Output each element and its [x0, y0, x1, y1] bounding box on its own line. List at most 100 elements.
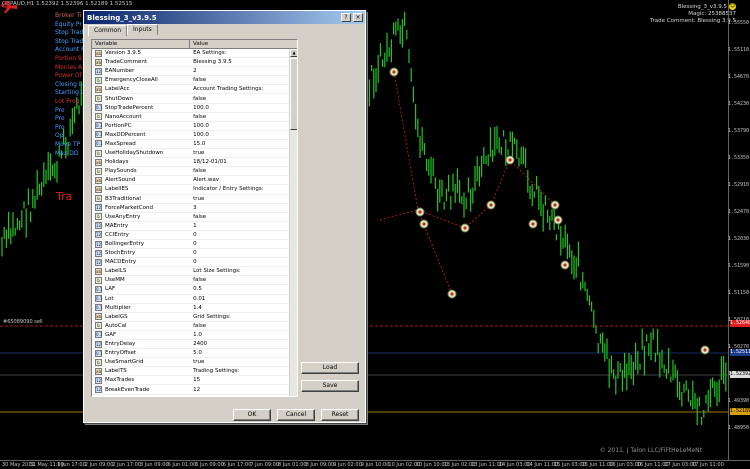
- cancel-button[interactable]: Cancel: [277, 409, 315, 421]
- parameter-value[interactable]: EA Settings:: [190, 50, 297, 56]
- parameter-value[interactable]: 0.5: [190, 286, 297, 292]
- table-row[interactable]: b NanoAccount false: [92, 113, 297, 122]
- table-row[interactable]: ab LabelIES Indicator / Entry Settings:: [92, 185, 297, 195]
- table-row[interactable]: ab LabelLS Lot Size Settings:: [92, 267, 297, 277]
- parameter-value[interactable]: false: [190, 114, 297, 120]
- time-axis[interactable]: 30 May 2011 31 May 11:00 1 Jun 17:00 2 Jun …: [0, 460, 750, 469]
- overlay-line: Stop Trad: [55, 37, 84, 45]
- table-scrollbar[interactable]: ▲: [289, 49, 297, 396]
- parameter-value[interactable]: Blessing 3.9.5: [190, 59, 297, 65]
- column-header-variable[interactable]: Variable: [92, 40, 191, 48]
- parameter-value[interactable]: 2400: [190, 341, 297, 347]
- parameter-value[interactable]: 12: [190, 387, 297, 393]
- table-row[interactable]: 0.1 GAF 1.0: [92, 331, 297, 340]
- table-row[interactable]: 12 EANumber 2: [92, 67, 297, 77]
- table-row[interactable]: 0.1 MaxSpread 15.0: [92, 140, 297, 150]
- table-row[interactable]: b ShutDown false: [92, 94, 297, 104]
- parameter-value[interactable]: Account Trading Settings:: [190, 86, 297, 92]
- parameter-value[interactable]: Alert.wav: [190, 177, 297, 183]
- parameter-value[interactable]: 0.01: [190, 296, 297, 302]
- ok-button[interactable]: OK: [233, 409, 271, 421]
- save-button[interactable]: Save: [301, 380, 359, 392]
- table-row[interactable]: 0.1 LAF 0.5: [92, 285, 297, 295]
- tab-common[interactable]: Common: [88, 25, 128, 36]
- parameter-value[interactable]: 1.0: [190, 332, 297, 338]
- table-row[interactable]: 12 CCIEntry 0: [92, 231, 297, 240]
- table-row[interactable]: ab Holidays 18/12-01/01: [92, 158, 297, 168]
- parameter-value[interactable]: 1: [190, 223, 297, 229]
- scroll-thumb[interactable]: [290, 58, 297, 130]
- table-row[interactable]: 0.1 StopTradePercent 100.0: [92, 104, 297, 113]
- table-row[interactable]: 0.1 Multiplier 1.4: [92, 304, 297, 313]
- column-header-value[interactable]: Value: [190, 40, 297, 48]
- parameter-value[interactable]: true: [190, 196, 297, 202]
- price-tick-label: 1.53790: [727, 128, 749, 134]
- tab-inputs[interactable]: Inputs: [127, 24, 158, 35]
- parameter-value[interactable]: 1.4: [190, 305, 297, 311]
- table-row[interactable]: 12 BreakEvenTrade 12: [92, 385, 297, 395]
- parameter-value[interactable]: 100.0: [190, 132, 297, 138]
- parameter-type-icon: 0.1: [95, 104, 103, 112]
- parameter-value[interactable]: false: [190, 168, 297, 174]
- table-row[interactable]: b B3Traditional true: [92, 195, 297, 204]
- table-row[interactable]: 0.1 MaxDDPercent 100.0: [92, 131, 297, 140]
- reset-button[interactable]: Reset: [321, 409, 359, 421]
- table-row[interactable]: b PlaySounds false: [92, 167, 297, 177]
- parameter-value[interactable]: 18/12-01/01: [190, 159, 297, 165]
- parameter-value[interactable]: 0: [190, 259, 297, 265]
- table-row[interactable]: 12 MAEntry 1: [92, 222, 297, 231]
- table-row[interactable]: 12 MaxTrades 15: [92, 376, 297, 386]
- parameter-value[interactable]: true: [190, 150, 297, 156]
- parameter-value[interactable]: 3: [190, 205, 297, 211]
- table-row[interactable]: b UseSmartGrid true: [92, 358, 297, 368]
- overlay-line: Equity Pr: [55, 20, 82, 28]
- help-button[interactable]: ?: [341, 13, 351, 22]
- table-row[interactable]: b EmergencyCloseAll false: [92, 76, 297, 86]
- table-row[interactable]: b UseMM false: [92, 276, 297, 286]
- parameter-value[interactable]: Lot Size Settings:: [190, 268, 297, 274]
- dialog-titlebar[interactable]: Blessing_3_v3.9.5 ? ×: [84, 11, 365, 24]
- table-row[interactable]: ab AlertSound Alert.wav: [92, 176, 297, 186]
- parameter-value[interactable]: Trading Settings:: [190, 368, 297, 374]
- table-row[interactable]: 12 MACDEntry 0: [92, 258, 297, 268]
- parameter-value[interactable]: false: [190, 277, 297, 283]
- table-row[interactable]: b UseAnyEntry false: [92, 213, 297, 222]
- time-tick-label: 8 Jun 09:00: [305, 462, 335, 468]
- table-row[interactable]: 0.1 PortionPC 100.0: [92, 122, 297, 131]
- parameter-name: MACDEntry: [105, 259, 137, 266]
- close-button[interactable]: ×: [353, 13, 363, 22]
- parameter-value[interactable]: false: [190, 77, 297, 83]
- table-row[interactable]: ab TradeComment Blessing 3.9.5: [92, 58, 297, 68]
- table-row[interactable]: ab LabelTS Trading Settings:: [92, 367, 297, 377]
- parameter-value[interactable]: 15: [190, 377, 297, 383]
- parameter-value[interactable]: Indicator / Entry Settings:: [190, 186, 297, 192]
- parameter-value[interactable]: 0: [190, 250, 297, 256]
- parameter-value[interactable]: 100.0: [190, 105, 297, 111]
- parameter-type-icon: 0.1: [95, 349, 103, 357]
- parameter-value[interactable]: 100.0: [190, 123, 297, 129]
- scroll-up-arrow-icon[interactable]: ▲: [290, 49, 297, 57]
- price-axis[interactable]: 1.55550 1.55110 1.54670 1.54230 1.53790 1.533…: [728, 0, 750, 460]
- parameter-value[interactable]: false: [190, 214, 297, 220]
- parameter-value[interactable]: 15.0: [190, 141, 297, 147]
- table-row[interactable]: 0.1 EntryOffset 5.0: [92, 349, 297, 359]
- table-row[interactable]: 12 ForceMarketCond 3: [92, 204, 297, 213]
- parameter-value[interactable]: false: [190, 323, 297, 329]
- table-row[interactable]: 12 StochEntry 0: [92, 249, 297, 259]
- table-row[interactable]: b UseHolidayShutdown true: [92, 149, 297, 159]
- table-row[interactable]: 0.1 Lot 0.01: [92, 295, 297, 304]
- table-row[interactable]: ab LabelGS Grid Settings:: [92, 313, 297, 322]
- parameter-value[interactable]: 5.0: [190, 350, 297, 356]
- table-row[interactable]: 12 BollingerEntry 0: [92, 240, 297, 250]
- parameter-value[interactable]: Grid Settings:: [190, 314, 297, 320]
- table-row[interactable]: 12 EntryDelay 2400: [92, 340, 297, 350]
- parameter-value[interactable]: 0: [190, 232, 297, 238]
- load-button[interactable]: Load: [301, 362, 359, 374]
- table-row[interactable]: b AutoCal false: [92, 322, 297, 331]
- parameter-value[interactable]: 0: [190, 241, 297, 247]
- parameter-value[interactable]: false: [190, 96, 297, 102]
- parameter-value[interactable]: 2: [190, 68, 297, 74]
- table-row[interactable]: ab Version 3.9.5 EA Settings:: [92, 49, 297, 59]
- table-row[interactable]: ab LabelAcc Account Trading Settings:: [92, 85, 297, 95]
- parameter-value[interactable]: true: [190, 359, 297, 365]
